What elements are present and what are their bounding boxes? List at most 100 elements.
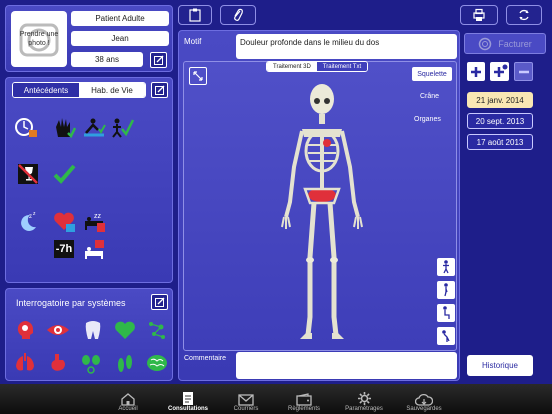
heart-pink-icon[interactable]	[52, 209, 76, 233]
body-side-icon	[444, 283, 448, 297]
body-bent-icon	[442, 330, 450, 342]
svg-text:z: z	[33, 211, 36, 217]
date-item-2[interactable]: 20 sept. 2013	[467, 113, 533, 129]
date-item-3[interactable]: 17 août 2013	[467, 134, 533, 150]
edit-patient-button[interactable]	[150, 52, 167, 68]
clipboard-button[interactable]	[178, 5, 212, 25]
tab-hab-de-vie[interactable]: Hab. de Vie	[79, 83, 145, 97]
tab-parametrages[interactable]: Paramétrages	[334, 384, 394, 414]
remove-button[interactable]	[514, 62, 533, 81]
cloud-save-icon	[415, 393, 433, 406]
bed-zzz-icon[interactable]: zz	[82, 209, 106, 233]
patient-name-field[interactable]: Jean	[71, 31, 169, 46]
eye-icon[interactable]	[46, 318, 70, 342]
history-panel: Antécédents Hab. de Vie zz zz -7h	[5, 77, 173, 283]
invoice-button[interactable]: Facturer	[464, 33, 546, 54]
expand-button[interactable]	[189, 67, 207, 85]
tab-antecedents[interactable]: Antécédents	[13, 83, 79, 97]
bottom-tab-bar: Accueil Consultations Courriers Règlemen…	[0, 384, 552, 414]
body-front-icon	[443, 260, 449, 274]
edit-icon	[154, 297, 164, 307]
expand-icon	[193, 71, 203, 81]
viewer-area: Traitement 3D Traitement Txt Squelette C…	[183, 61, 457, 351]
motif-label: Motif	[184, 37, 202, 46]
brain-head-icon[interactable]	[13, 318, 37, 342]
photo-label: Prendre une photo !	[19, 31, 59, 47]
history-button[interactable]: Historique	[467, 355, 533, 376]
add-copy-button[interactable]	[490, 62, 509, 81]
checkmark-icon[interactable]	[52, 162, 76, 186]
comment-field[interactable]	[236, 352, 457, 379]
tab-courriers[interactable]: Courriers	[216, 384, 276, 414]
molecule-icon[interactable]	[145, 318, 169, 342]
add-button[interactable]	[467, 62, 485, 81]
tab-traitement-txt[interactable]: Traitement Txt	[316, 62, 368, 71]
tooth-icon[interactable]	[81, 318, 105, 342]
tab-courriers-label: Courriers	[233, 406, 259, 412]
person-rowing-icon[interactable]	[82, 115, 106, 139]
layer-squelette-button[interactable]: Squelette	[412, 67, 452, 81]
minus-7h-icon[interactable]: -7h	[52, 237, 76, 261]
date-item-1[interactable]: 21 janv. 2014	[467, 92, 533, 108]
tab-consultations[interactable]: Consultations	[158, 384, 218, 414]
lungs-icon[interactable]	[13, 351, 37, 375]
invoice-label: Facturer	[498, 38, 532, 49]
person-checkmark-icon[interactable]	[110, 115, 134, 139]
consultation-panel: Motif Douleur profonde dans le milieu du…	[178, 30, 460, 381]
tab-sauvegardes[interactable]: Sauvegardes	[394, 384, 454, 414]
edit-history-button[interactable]	[151, 82, 168, 98]
time-dial-icon[interactable]	[14, 115, 38, 139]
sleep-hours-label: -7h	[55, 243, 73, 255]
plus-icon	[471, 66, 481, 77]
home-icon	[121, 393, 135, 406]
edit-systems-button[interactable]	[151, 294, 168, 310]
tab-accueil[interactable]: Accueil	[98, 384, 158, 414]
minus-icon	[518, 70, 529, 73]
tab-sauvegardes-label: Sauvegardes	[406, 406, 442, 412]
systems-title: Interrogatoire par systèmes	[16, 298, 126, 308]
sync-button[interactable]	[506, 5, 542, 25]
tab-accueil-label: Accueil	[118, 406, 138, 412]
patient-age-field[interactable]: 38 ans	[71, 52, 143, 67]
photo-placeholder[interactable]: Prendre une photo !	[11, 11, 67, 67]
skeleton-3d-view[interactable]	[272, 77, 372, 347]
edit-icon	[153, 55, 163, 65]
attachment-button[interactable]	[220, 5, 256, 25]
wine-glass-icon[interactable]	[16, 162, 40, 186]
tab-reglements-label: Règlements	[287, 406, 320, 412]
feet-icon[interactable]	[113, 351, 137, 375]
brain-icon[interactable]	[145, 351, 169, 375]
motif-value: Douleur profonde dans le milieu du dos	[240, 38, 380, 47]
edit-icon	[154, 85, 164, 95]
view-seated-button[interactable]	[437, 304, 455, 322]
gear-icon	[357, 392, 371, 405]
clipboard-icon	[189, 8, 201, 22]
tab-reglements[interactable]: Règlements	[274, 384, 334, 414]
envelope-icon	[238, 394, 254, 406]
motif-field[interactable]: Douleur profonde dans le milieu du dos	[236, 34, 457, 59]
layer-organes-button[interactable]: Organes	[414, 116, 441, 123]
wallet-icon	[296, 393, 312, 406]
view-tabs: Traitement 3D Traitement Txt	[266, 61, 369, 72]
tab-traitement-3d[interactable]: Traitement 3D	[267, 62, 317, 71]
body-seated-icon	[443, 306, 450, 319]
document-icon	[183, 392, 193, 405]
stomach-icon[interactable]	[46, 351, 70, 375]
tab-consultations-label: Consultations	[168, 406, 208, 412]
systems-panel: Interrogatoire par systèmes	[5, 288, 173, 381]
view-bent-button[interactable]	[437, 327, 455, 345]
sleep-moon-icon[interactable]: zz	[16, 209, 40, 233]
heart-icon[interactable]	[113, 318, 137, 342]
view-front-button[interactable]	[437, 258, 455, 276]
view-side-button[interactable]	[437, 281, 455, 299]
bed-alarm-icon[interactable]	[82, 237, 106, 261]
patient-panel: Prendre une photo ! Patient Adulte Jean …	[5, 5, 173, 72]
kidneys-icon[interactable]	[79, 351, 103, 375]
comment-label: Commentaire	[184, 355, 227, 362]
patient-type-field[interactable]: Patient Adulte	[71, 11, 169, 26]
print-button[interactable]	[460, 5, 498, 25]
plus-copy-icon	[493, 64, 507, 77]
hand-glove-icon[interactable]	[52, 115, 76, 139]
layer-crane-button[interactable]: Crâne	[420, 93, 439, 100]
history-tabs: Antécédents Hab. de Vie	[12, 82, 146, 98]
